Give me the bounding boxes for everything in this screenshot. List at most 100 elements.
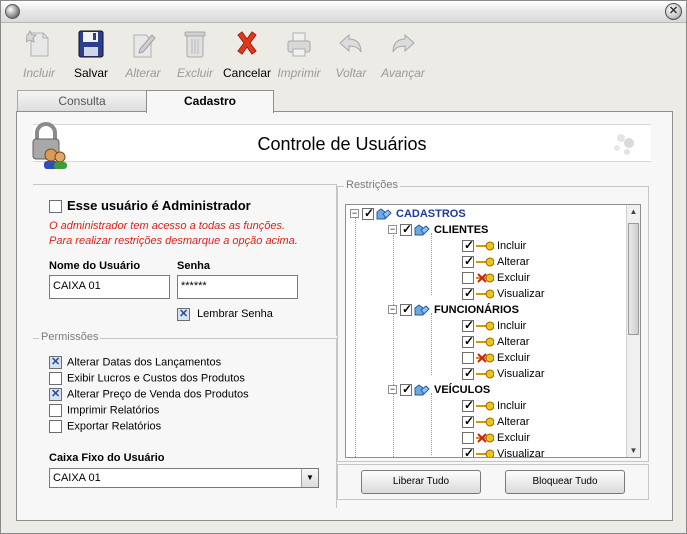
- tree-node-cadastros[interactable]: − CADASTROS: [350, 206, 466, 223]
- perm-checkbox[interactable]: [49, 387, 62, 401]
- tree-checkbox[interactable]: [462, 286, 474, 301]
- tree-leaf-label: Excluir: [497, 432, 531, 444]
- perm-alterar-preco[interactable]: Alterar Preço de Venda dos Produtos: [49, 387, 249, 401]
- tree-leaf-veiculos-alterar[interactable]: Alterar: [462, 414, 529, 431]
- caixa-value: CAIXA 01: [53, 472, 101, 484]
- tree-checkbox[interactable]: [462, 352, 474, 365]
- tree-checkbox[interactable]: [462, 272, 474, 285]
- dropdown-arrow-icon[interactable]: ▼: [301, 469, 318, 487]
- collapse-icon[interactable]: −: [388, 225, 397, 234]
- perm-imprimir-relatorios[interactable]: Imprimir Relatórios: [49, 404, 159, 417]
- caixa-label: Caixa Fixo do Usuário: [49, 452, 165, 464]
- excluir-label: Excluir: [176, 66, 213, 80]
- scroll-up-icon[interactable]: ▲: [627, 205, 640, 218]
- liberar-tudo-button[interactable]: Liberar Tudo: [361, 470, 481, 494]
- permissoes-legend: Permissões: [39, 331, 101, 343]
- caixa-select[interactable]: CAIXA 01 ▼: [49, 468, 319, 488]
- tree-checkbox[interactable]: [400, 222, 412, 237]
- key-icon: [476, 417, 494, 427]
- tree-leaf-label: Excluir: [497, 352, 531, 364]
- perm-checkbox[interactable]: [49, 420, 62, 433]
- user-name-field[interactable]: CAIXA 01: [49, 275, 170, 299]
- tree-leaf-funcionarios-excluir[interactable]: Excluir: [462, 351, 530, 367]
- close-button[interactable]: ✕: [665, 3, 682, 20]
- restricoes-tree[interactable]: − CADASTROS − CLIENTES Incluir Alterar Exc…: [345, 204, 641, 458]
- tree-checkbox[interactable]: [362, 206, 374, 221]
- floppy-disk-icon: [78, 30, 104, 58]
- collapse-icon[interactable]: −: [388, 385, 397, 394]
- tree-leaf-clientes-incluir[interactable]: Incluir: [462, 238, 527, 255]
- tree-leaf-label: Incluir: [497, 400, 527, 412]
- imprimir-button[interactable]: Imprimir: [273, 27, 325, 83]
- page-title: Controle de Usuários: [257, 134, 427, 154]
- bloquear-tudo-button[interactable]: Bloquear Tudo: [505, 470, 625, 494]
- tree-leaf-veiculos-excluir[interactable]: Excluir: [462, 431, 530, 447]
- tab-cadastro[interactable]: Cadastro: [146, 90, 274, 113]
- cadastro-panel: Controle de Usuários Esse usuário é Admi…: [16, 111, 673, 521]
- tree-node-clientes[interactable]: − CLIENTES: [388, 222, 488, 239]
- tree-checkbox[interactable]: [462, 366, 474, 381]
- tree-leaf-funcionarios-visualizar[interactable]: Visualizar: [462, 366, 545, 383]
- tree-leaf-veiculos-incluir[interactable]: Incluir: [462, 398, 527, 415]
- perm-exibir-lucros[interactable]: Exibir Lucros e Custos dos Produtos: [49, 372, 245, 385]
- collapse-icon[interactable]: −: [388, 305, 397, 314]
- tree-leaf-label: Incluir: [497, 240, 527, 252]
- tree-leaf-label: Visualizar: [497, 368, 545, 380]
- tab-consulta[interactable]: Consulta: [17, 90, 147, 112]
- tree-node-veiculos[interactable]: − VEÍCULOS: [388, 382, 491, 399]
- tree-checkbox[interactable]: [462, 398, 474, 413]
- tree-leaf-veiculos-visualizar[interactable]: Visualizar: [462, 446, 545, 457]
- cancelar-label: Cancelar: [222, 66, 272, 80]
- incluir-button[interactable]: Incluir: [13, 27, 65, 83]
- tree-leaf-label: Excluir: [497, 272, 531, 284]
- system-menu-icon[interactable]: [5, 4, 20, 19]
- tree-scrollbar[interactable]: ▲ ▼: [626, 205, 640, 457]
- tree-leaf-funcionarios-alterar[interactable]: Alterar: [462, 334, 530, 351]
- tree-checkbox[interactable]: [462, 318, 474, 333]
- header-bar: Controle de Usuários: [33, 124, 651, 162]
- tree-node-funcionarios[interactable]: − FUNCIONÁRIOS: [388, 302, 519, 319]
- key-icon: [476, 257, 494, 267]
- tree-leaf-clientes-visualizar[interactable]: Visualizar: [462, 286, 545, 303]
- password-field[interactable]: ******: [177, 275, 298, 299]
- scroll-thumb[interactable]: [628, 223, 639, 335]
- tree-leaf-label: Alterar: [497, 256, 530, 268]
- tree-node-label: CADASTROS: [396, 208, 466, 220]
- collapse-icon[interactable]: −: [350, 209, 359, 218]
- admin-checkbox[interactable]: [49, 200, 62, 214]
- tree-line: [393, 235, 394, 457]
- tree-checkbox[interactable]: [462, 414, 474, 429]
- password-label: Senha: [177, 260, 211, 272]
- remember-password-label: Lembrar Senha: [197, 308, 273, 321]
- avancar-button[interactable]: Avançar: [377, 27, 429, 83]
- perm-exportar-relatorios[interactable]: Exportar Relatórios: [49, 420, 161, 433]
- tree-checkbox[interactable]: [462, 334, 474, 349]
- scroll-down-icon[interactable]: ▼: [627, 444, 640, 457]
- alterar-button[interactable]: Alterar: [117, 27, 169, 83]
- tree-checkbox[interactable]: [462, 432, 474, 445]
- decorative-dots-icon: [614, 134, 634, 155]
- perm-checkbox[interactable]: [49, 404, 62, 417]
- remember-password-checkbox[interactable]: [177, 307, 190, 321]
- voltar-button[interactable]: Voltar: [325, 27, 377, 83]
- tree-checkbox[interactable]: [462, 254, 474, 269]
- excluir-button[interactable]: Excluir: [169, 27, 221, 83]
- tree-checkbox[interactable]: [400, 382, 412, 397]
- perm-checkbox[interactable]: [49, 355, 62, 369]
- salvar-button[interactable]: Salvar: [65, 27, 117, 83]
- tree-leaf-clientes-excluir[interactable]: Excluir: [462, 271, 530, 287]
- tree-leaf-funcionarios-incluir[interactable]: Incluir: [462, 318, 526, 335]
- tree-node-label: VEÍCULOS: [434, 384, 491, 396]
- tree-leaf-label: Alterar: [497, 336, 530, 348]
- perm-alterar-datas[interactable]: Alterar Datas dos Lançamentos: [49, 355, 221, 369]
- tree-line: [431, 233, 432, 295]
- tree-leaf-clientes-alterar[interactable]: Alterar: [462, 254, 530, 271]
- perm-checkbox[interactable]: [49, 372, 62, 385]
- tree-checkbox[interactable]: [462, 446, 474, 457]
- admin-option[interactable]: Esse usuário é Administrador: [49, 198, 251, 214]
- remember-password-option[interactable]: Lembrar Senha: [177, 307, 273, 321]
- tree-checkbox[interactable]: [462, 238, 474, 253]
- tree-checkbox[interactable]: [400, 302, 412, 317]
- cancelar-button[interactable]: Cancelar: [221, 27, 273, 83]
- printer-icon: [287, 32, 311, 57]
